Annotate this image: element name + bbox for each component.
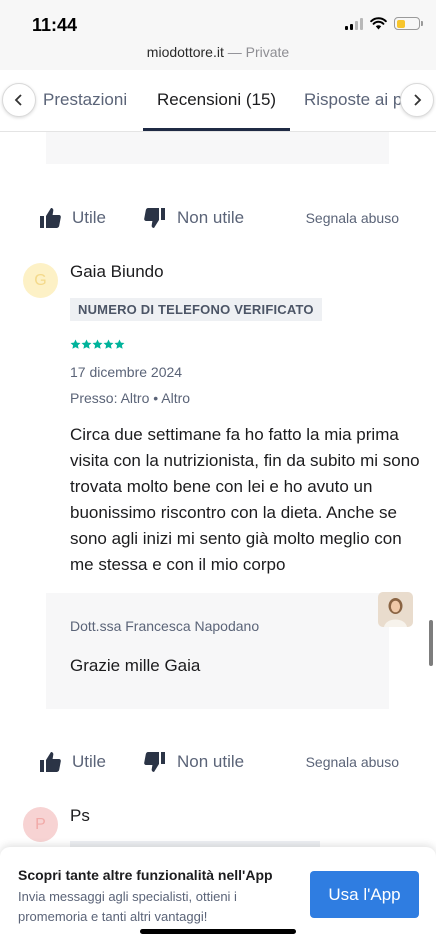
status-time: 11:44: [32, 15, 78, 35]
star-icon: [92, 339, 103, 349]
url-domain: miodottore.it: [146, 44, 224, 60]
doctor-reply: Dott.ssa Francesca Napodano Grazie mille…: [46, 593, 389, 709]
star-rating: [70, 339, 125, 350]
review-actions: Utile Non utile Segnala abuso: [0, 202, 436, 232]
active-tab-indicator: [143, 128, 290, 131]
not-useful-label: Non utile: [177, 208, 245, 227]
reply-author: Dott.ssa Francesca Napodano: [70, 618, 260, 634]
thumbs-up-icon: [40, 208, 61, 228]
report-abuse-link[interactable]: Segnala abuso: [306, 210, 399, 226]
chevron-right-icon: [414, 94, 422, 106]
private-mode-label: — Private: [227, 44, 290, 60]
battery-icon: [394, 17, 423, 30]
useful-label: Utile: [72, 208, 107, 227]
tab-recensioni[interactable]: Recensioni (15): [157, 90, 276, 110]
not-useful-label: Non utile: [177, 752, 245, 771]
banner-title: Scopri tante altre funzionalità nell'App: [18, 867, 273, 883]
status-bar: 11:44: [0, 0, 436, 44]
verified-phone-badge: NUMERO DI TELEFONO VERIFICATO: [70, 298, 322, 321]
thumbs-down-icon: [144, 752, 165, 772]
star-icon: [114, 339, 125, 349]
use-app-button[interactable]: Usa l'App: [310, 871, 419, 918]
useful-label: Utile: [72, 752, 107, 771]
review-location: Presso: Altro • Altro: [70, 390, 191, 406]
report-abuse-link[interactable]: Segnala abuso: [306, 754, 399, 770]
star-icon: [103, 339, 114, 349]
doctor-avatar: [378, 592, 413, 627]
status-icons: [345, 17, 423, 30]
useful-button[interactable]: Utile: [38, 750, 106, 774]
home-indicator: [140, 929, 296, 934]
tab-prestazioni[interactable]: Prestazioni: [43, 90, 127, 110]
star-icon: [70, 339, 81, 349]
review-date: 17 dicembre 2024: [70, 364, 183, 380]
star-icon: [81, 339, 92, 349]
reviewer-name: Ps: [70, 806, 90, 825]
chevron-left-icon: [14, 94, 22, 106]
wifi-icon: [370, 17, 387, 30]
reply-text: Grazie mille Gaia: [70, 656, 201, 675]
tabs-scroll-left-button[interactable]: [2, 83, 36, 117]
review-text: Circa due settimane fa ho fatto la mia p…: [70, 425, 420, 574]
cellular-signal-icon: [345, 17, 363, 30]
thumbs-down-icon: [144, 208, 165, 228]
profile-tabs: Prestazioni Recensioni (15) Risposte ai …: [0, 70, 436, 132]
avatar: P: [23, 807, 58, 842]
browser-url-bar[interactable]: miodottore.it — Private: [0, 44, 436, 70]
thumbs-up-icon: [40, 752, 61, 772]
avatar: G: [23, 263, 58, 298]
not-useful-button[interactable]: Non utile: [143, 750, 244, 774]
reviewer-name: Gaia Biundo: [70, 262, 164, 281]
banner-text: Invia messaggi agli specialisti, ottieni…: [18, 889, 237, 924]
review-actions: Utile Non utile Segnala abuso: [0, 746, 436, 776]
battery-level: [396, 19, 405, 28]
tab-risposte[interactable]: Risposte ai p: [304, 90, 402, 110]
not-useful-button[interactable]: Non utile: [143, 206, 244, 230]
scrollbar[interactable]: [429, 620, 433, 666]
previous-reply-card: [46, 132, 389, 164]
tabs-scroll-right-button[interactable]: [400, 83, 434, 117]
useful-button[interactable]: Utile: [38, 206, 106, 230]
